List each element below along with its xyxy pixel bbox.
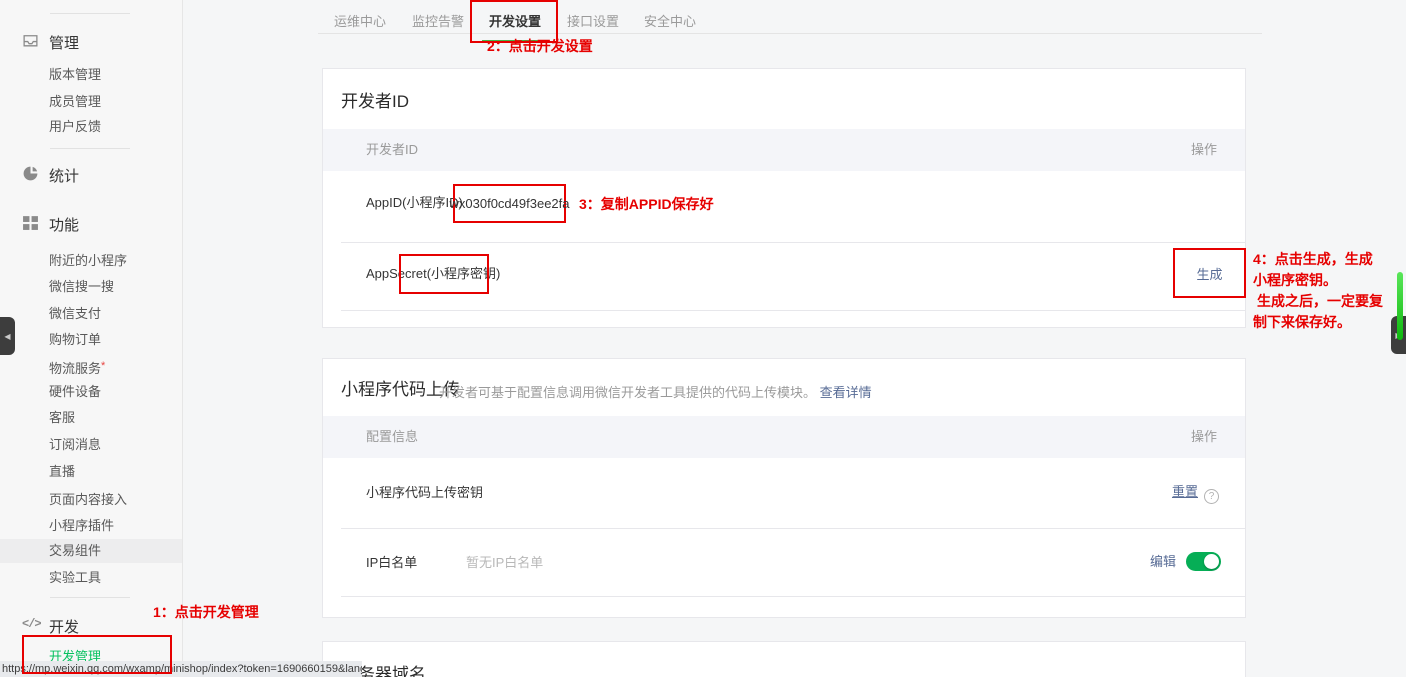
annotation-step4-line3: 生成之后，一定要复 <box>1253 291 1383 312</box>
sidebar-item-page-content-access[interactable]: 页面内容接入 <box>0 488 182 512</box>
developer-id-title: 开发者ID <box>341 87 409 112</box>
column-header-action: 操作 <box>1191 416 1217 458</box>
generate-button[interactable]: 生成 <box>1196 264 1222 283</box>
annotation-step3: 3：复制APPID保存好 <box>579 194 714 214</box>
sidebar-item-version-manage[interactable]: 版本管理 <box>0 63 182 87</box>
row-divider <box>341 242 1245 243</box>
row-divider <box>341 310 1245 311</box>
collapse-left-handle[interactable]: ◀ <box>0 317 15 355</box>
sidebar-group-statistics[interactable]: 统计 <box>0 163 183 185</box>
annotation-step2: 2：点击开发设置 <box>487 36 593 56</box>
code-upload-card: 小程序代码上传 开发者可基于配置信息调用微信开发者工具提供的代码上传模块。 查看… <box>322 358 1246 618</box>
column-header-action: 操作 <box>1191 129 1217 171</box>
view-details-link[interactable]: 查看详情 <box>820 385 872 400</box>
sidebar-item-live-streaming[interactable]: 直播 <box>0 460 182 484</box>
code-upload-description: 开发者可基于配置信息调用微信开发者工具提供的代码上传模块。 <box>439 385 816 400</box>
sidebar-divider <box>50 148 130 149</box>
tab-bar-divider <box>318 33 1262 34</box>
code-upload-table-header: 配置信息 操作 <box>323 416 1245 458</box>
sidebar-group-features[interactable]: 功能 <box>0 212 183 234</box>
appid-value-highlight-box: wx030f0cd49f3ee2fa <box>453 184 566 223</box>
sidebar-item-user-feedback[interactable]: 用户反馈 <box>0 115 182 139</box>
row-divider <box>341 528 1245 529</box>
annotation-box-dev-manage <box>22 635 172 674</box>
appid-value: wx030f0cd49f3ee2fa <box>450 196 570 211</box>
sidebar-item-member-manage[interactable]: 成员管理 <box>0 90 182 114</box>
sidebar-divider <box>50 597 130 598</box>
sidebar-divider <box>50 13 130 14</box>
tab-monitor-alert[interactable]: 监控告警 <box>412 10 464 33</box>
annotation-box-appsecret <box>399 254 489 294</box>
reset-button[interactable]: 重置 <box>1172 484 1198 499</box>
annotation-step1: 1：点击开发管理 <box>153 602 259 622</box>
server-domain-card: 服务器域名 <box>322 641 1246 677</box>
ip-whitelist-label: IP白名单 <box>366 553 417 573</box>
tab-ops-center[interactable]: 运维中心 <box>334 10 386 33</box>
ip-whitelist-value: 暂无IP白名单 <box>466 553 543 573</box>
sidebar-item-experiment-tools[interactable]: 实验工具 <box>0 566 182 590</box>
sidebar-item-nearby-miniprogram[interactable]: 附近的小程序 <box>0 249 182 273</box>
sidebar-item-wechat-pay[interactable]: 微信支付 <box>0 302 182 326</box>
developer-id-card: 开发者ID 开发者ID 操作 AppID(小程序ID) wx030f0cd49f… <box>322 68 1246 328</box>
annotation-step4-line1: 4：点击生成，生成 <box>1253 249 1383 270</box>
sidebar-item-subscribe-message[interactable]: 订阅消息 <box>0 433 182 457</box>
developer-id-table-header: 开发者ID 操作 <box>323 129 1245 171</box>
sidebar-group-label: 管理 <box>49 32 79 53</box>
row-divider <box>341 596 1245 597</box>
sidebar-item-customer-service[interactable]: 客服 <box>0 406 182 430</box>
sidebar-item-miniprogram-plugin[interactable]: 小程序插件 <box>0 514 182 538</box>
edit-button[interactable]: 编辑 <box>1150 554 1176 569</box>
toggle-knob <box>1204 554 1219 569</box>
question-circle-icon[interactable]: ? <box>1204 489 1219 504</box>
annotation-step4-line2: 小程序密钥。 <box>1253 270 1383 291</box>
sidebar-item-hardware-devices[interactable]: 硬件设备 <box>0 380 182 404</box>
ip-whitelist-actions: 编辑 <box>1150 551 1221 571</box>
sidebar-group-label: 功能 <box>49 214 79 235</box>
pie-chart-icon <box>22 165 39 182</box>
upload-key-label: 小程序代码上传密钥 <box>366 483 483 503</box>
inbox-icon <box>22 32 39 49</box>
appid-label: AppID(小程序ID) <box>366 193 463 213</box>
sidebar-group-manage[interactable]: 管理 <box>0 30 183 52</box>
column-header-developer-id: 开发者ID <box>366 129 418 171</box>
sidebar-item-logistics-service[interactable]: 物流服务* <box>0 354 182 378</box>
sidebar-item-label: 物流服务 <box>49 361 101 376</box>
new-badge: * <box>101 360 105 372</box>
annotation-step4: 4：点击生成，生成 小程序密钥。 生成之后，一定要复 制下来保存好。 <box>1253 249 1383 333</box>
upload-key-actions: 重置? <box>1172 481 1219 504</box>
sidebar: 管理 版本管理 成员管理 用户反馈 统计 功能 附近的小程序 微信搜一搜 微信支… <box>0 0 183 677</box>
sidebar-item-shopping-orders[interactable]: 购物订单 <box>0 328 182 352</box>
sidebar-group-label: 开发 <box>49 616 79 637</box>
sidebar-item-wechat-search[interactable]: 微信搜一搜 <box>0 275 182 299</box>
column-header-config-info: 配置信息 <box>366 416 418 458</box>
green-marker-bar <box>1397 272 1403 340</box>
tab-security-center[interactable]: 安全中心 <box>644 10 696 33</box>
grid-icon <box>22 214 39 231</box>
annotation-box-generate: 生成 <box>1173 248 1246 298</box>
sidebar-group-label: 统计 <box>49 165 79 186</box>
annotation-step4-line4: 制下来保存好。 <box>1253 312 1383 333</box>
sidebar-item-trade-component[interactable]: 交易组件 <box>0 539 182 563</box>
ip-whitelist-toggle-on[interactable] <box>1186 552 1221 571</box>
code-upload-description-line: 开发者可基于配置信息调用微信开发者工具提供的代码上传模块。 查看详情 <box>439 382 872 401</box>
tab-api-settings[interactable]: 接口设置 <box>567 10 619 33</box>
code-icon: </> <box>22 617 39 634</box>
